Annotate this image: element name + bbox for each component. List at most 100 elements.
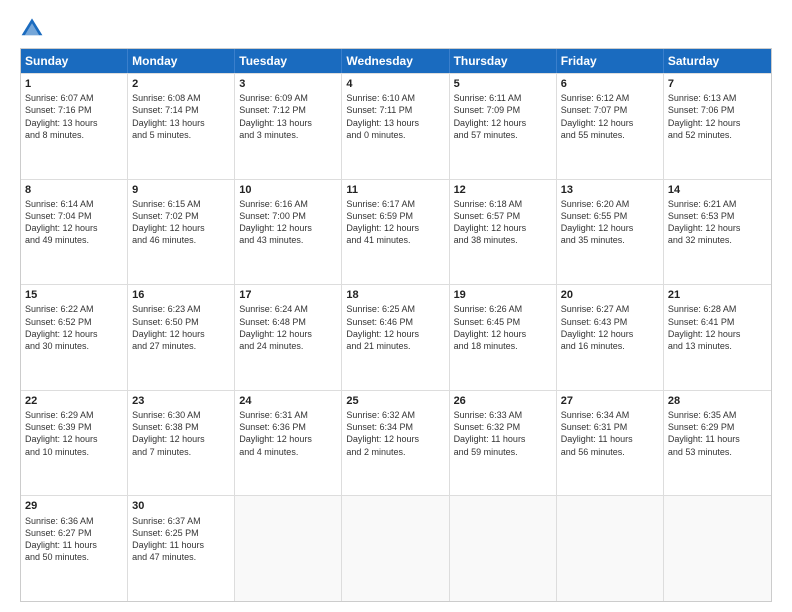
day-number: 22 (25, 394, 123, 408)
day-number: 16 (132, 288, 230, 302)
day-number: 26 (454, 394, 552, 408)
day-number: 13 (561, 183, 659, 197)
calendar-cell: 30 Sunrise: 6:37 AMSunset: 6:25 PMDayligh… (128, 496, 235, 601)
calendar-cell (557, 496, 664, 601)
header-day-sunday: Sunday (21, 49, 128, 73)
calendar-cell: 2Sunrise: 6:08 AMSunset: 7:14 PMDaylight… (128, 74, 235, 179)
cell-info: Sunrise: 6:14 AMSunset: 7:04 PMDaylight:… (25, 198, 123, 247)
cell-info: Sunrise: 6:28 AMSunset: 6:41 PMDaylight:… (668, 303, 767, 352)
calendar-cell: 22Sunrise: 6:29 AMSunset: 6:39 PMDayligh… (21, 391, 128, 496)
header-day-monday: Monday (128, 49, 235, 73)
logo (20, 16, 48, 40)
calendar-cell: 9Sunrise: 6:15 AMSunset: 7:02 PMDaylight… (128, 180, 235, 285)
day-number: 15 (25, 288, 123, 302)
day-number: 9 (132, 183, 230, 197)
cell-info: Sunrise: 6:21 AMSunset: 6:53 PMDaylight:… (668, 198, 767, 247)
calendar-cell: 21Sunrise: 6:28 AMSunset: 6:41 PMDayligh… (664, 285, 771, 390)
calendar-cell (664, 496, 771, 601)
cell-info: Sunrise: 6:29 AMSunset: 6:39 PMDaylight:… (25, 409, 123, 458)
day-number: 21 (668, 288, 767, 302)
day-number: 27 (561, 394, 659, 408)
day-number: 3 (239, 77, 337, 91)
day-number: 25 (346, 394, 444, 408)
calendar-cell: 1Sunrise: 6:07 AMSunset: 7:16 PMDaylight… (21, 74, 128, 179)
calendar-cell: 8Sunrise: 6:14 AMSunset: 7:04 PMDaylight… (21, 180, 128, 285)
cell-info: Sunrise: 6:35 AMSunset: 6:29 PMDaylight:… (668, 409, 767, 458)
cell-info: Sunrise: 6:20 AMSunset: 6:55 PMDaylight:… (561, 198, 659, 247)
header-day-thursday: Thursday (450, 49, 557, 73)
cell-info: Sunrise: 6:10 AMSunset: 7:11 PMDaylight:… (346, 92, 444, 141)
cell-info: Sunrise: 6:22 AMSunset: 6:52 PMDaylight:… (25, 303, 123, 352)
calendar-cell: 13Sunrise: 6:20 AMSunset: 6:55 PMDayligh… (557, 180, 664, 285)
day-number: 17 (239, 288, 337, 302)
cell-info: Sunrise: 6:12 AMSunset: 7:07 PMDaylight:… (561, 92, 659, 141)
calendar-cell: 20Sunrise: 6:27 AMSunset: 6:43 PMDayligh… (557, 285, 664, 390)
calendar-cell: 27Sunrise: 6:34 AMSunset: 6:31 PMDayligh… (557, 391, 664, 496)
day-number: 10 (239, 183, 337, 197)
day-number: 24 (239, 394, 337, 408)
header-day-saturday: Saturday (664, 49, 771, 73)
day-number: 29 (25, 499, 123, 513)
calendar-row-5: 29 Sunrise: 6:36 AMSunset: 6:27 PMDayligh… (21, 495, 771, 601)
calendar-cell: 4Sunrise: 6:10 AMSunset: 7:11 PMDaylight… (342, 74, 449, 179)
calendar-row-2: 8Sunrise: 6:14 AMSunset: 7:04 PMDaylight… (21, 179, 771, 285)
calendar-header: SundayMondayTuesdayWednesdayThursdayFrid… (21, 49, 771, 73)
page-header (20, 16, 772, 40)
day-number: 28 (668, 394, 767, 408)
cell-info: Sunrise: 6:18 AMSunset: 6:57 PMDaylight:… (454, 198, 552, 247)
cell-info: Sunrise: 6:26 AMSunset: 6:45 PMDaylight:… (454, 303, 552, 352)
cell-info: Sunrise: 6:34 AMSunset: 6:31 PMDaylight:… (561, 409, 659, 458)
cell-info: Sunrise: 6:16 AMSunset: 7:00 PMDaylight:… (239, 198, 337, 247)
calendar-cell (450, 496, 557, 601)
cell-info: Sunrise: 6:17 AMSunset: 6:59 PMDaylight:… (346, 198, 444, 247)
day-number: 4 (346, 77, 444, 91)
calendar-cell: 16Sunrise: 6:23 AMSunset: 6:50 PMDayligh… (128, 285, 235, 390)
calendar-cell (235, 496, 342, 601)
calendar-cell: 15Sunrise: 6:22 AMSunset: 6:52 PMDayligh… (21, 285, 128, 390)
header-day-friday: Friday (557, 49, 664, 73)
calendar-cell: 18Sunrise: 6:25 AMSunset: 6:46 PMDayligh… (342, 285, 449, 390)
header-day-tuesday: Tuesday (235, 49, 342, 73)
calendar-cell: 23Sunrise: 6:30 AMSunset: 6:38 PMDayligh… (128, 391, 235, 496)
cell-info: Sunrise: 6:27 AMSunset: 6:43 PMDaylight:… (561, 303, 659, 352)
day-number: 1 (25, 77, 123, 91)
calendar-cell: 25Sunrise: 6:32 AMSunset: 6:34 PMDayligh… (342, 391, 449, 496)
cell-info: Sunrise: 6:23 AMSunset: 6:50 PMDaylight:… (132, 303, 230, 352)
day-number: 14 (668, 183, 767, 197)
calendar-cell: 7Sunrise: 6:13 AMSunset: 7:06 PMDaylight… (664, 74, 771, 179)
calendar-row-4: 22Sunrise: 6:29 AMSunset: 6:39 PMDayligh… (21, 390, 771, 496)
day-number: 12 (454, 183, 552, 197)
calendar-cell: 28Sunrise: 6:35 AMSunset: 6:29 PMDayligh… (664, 391, 771, 496)
day-number: 7 (668, 77, 767, 91)
cell-info: Sunrise: 6:24 AMSunset: 6:48 PMDaylight:… (239, 303, 337, 352)
cell-info: Sunrise: 6:08 AMSunset: 7:14 PMDaylight:… (132, 92, 230, 141)
cell-info: Sunrise: 6:15 AMSunset: 7:02 PMDaylight:… (132, 198, 230, 247)
calendar-cell: 10Sunrise: 6:16 AMSunset: 7:00 PMDayligh… (235, 180, 342, 285)
calendar-cell: 3Sunrise: 6:09 AMSunset: 7:12 PMDaylight… (235, 74, 342, 179)
calendar-row-3: 15Sunrise: 6:22 AMSunset: 6:52 PMDayligh… (21, 284, 771, 390)
day-number: 6 (561, 77, 659, 91)
calendar-cell: 19Sunrise: 6:26 AMSunset: 6:45 PMDayligh… (450, 285, 557, 390)
day-number: 23 (132, 394, 230, 408)
cell-info: Sunrise: 6:37 AMSunset: 6:25 PMDaylight:… (132, 515, 230, 564)
calendar-cell: 17Sunrise: 6:24 AMSunset: 6:48 PMDayligh… (235, 285, 342, 390)
day-number: 19 (454, 288, 552, 302)
calendar-cell: 11Sunrise: 6:17 AMSunset: 6:59 PMDayligh… (342, 180, 449, 285)
cell-info: Sunrise: 6:13 AMSunset: 7:06 PMDaylight:… (668, 92, 767, 141)
cell-info: Sunrise: 6:32 AMSunset: 6:34 PMDaylight:… (346, 409, 444, 458)
header-day-wednesday: Wednesday (342, 49, 449, 73)
calendar-cell: 14Sunrise: 6:21 AMSunset: 6:53 PMDayligh… (664, 180, 771, 285)
calendar-row-1: 1Sunrise: 6:07 AMSunset: 7:16 PMDaylight… (21, 73, 771, 179)
calendar-cell: 24Sunrise: 6:31 AMSunset: 6:36 PMDayligh… (235, 391, 342, 496)
cell-info: Sunrise: 6:31 AMSunset: 6:36 PMDaylight:… (239, 409, 337, 458)
day-number: 30 (132, 499, 230, 513)
cell-info: Sunrise: 6:11 AMSunset: 7:09 PMDaylight:… (454, 92, 552, 141)
calendar-cell: 26Sunrise: 6:33 AMSunset: 6:32 PMDayligh… (450, 391, 557, 496)
cell-info: Sunrise: 6:36 AMSunset: 6:27 PMDaylight:… (25, 515, 123, 564)
day-number: 18 (346, 288, 444, 302)
cell-info: Sunrise: 6:33 AMSunset: 6:32 PMDaylight:… (454, 409, 552, 458)
calendar: SundayMondayTuesdayWednesdayThursdayFrid… (20, 48, 772, 602)
calendar-cell (342, 496, 449, 601)
day-number: 2 (132, 77, 230, 91)
calendar-cell: 5Sunrise: 6:11 AMSunset: 7:09 PMDaylight… (450, 74, 557, 179)
